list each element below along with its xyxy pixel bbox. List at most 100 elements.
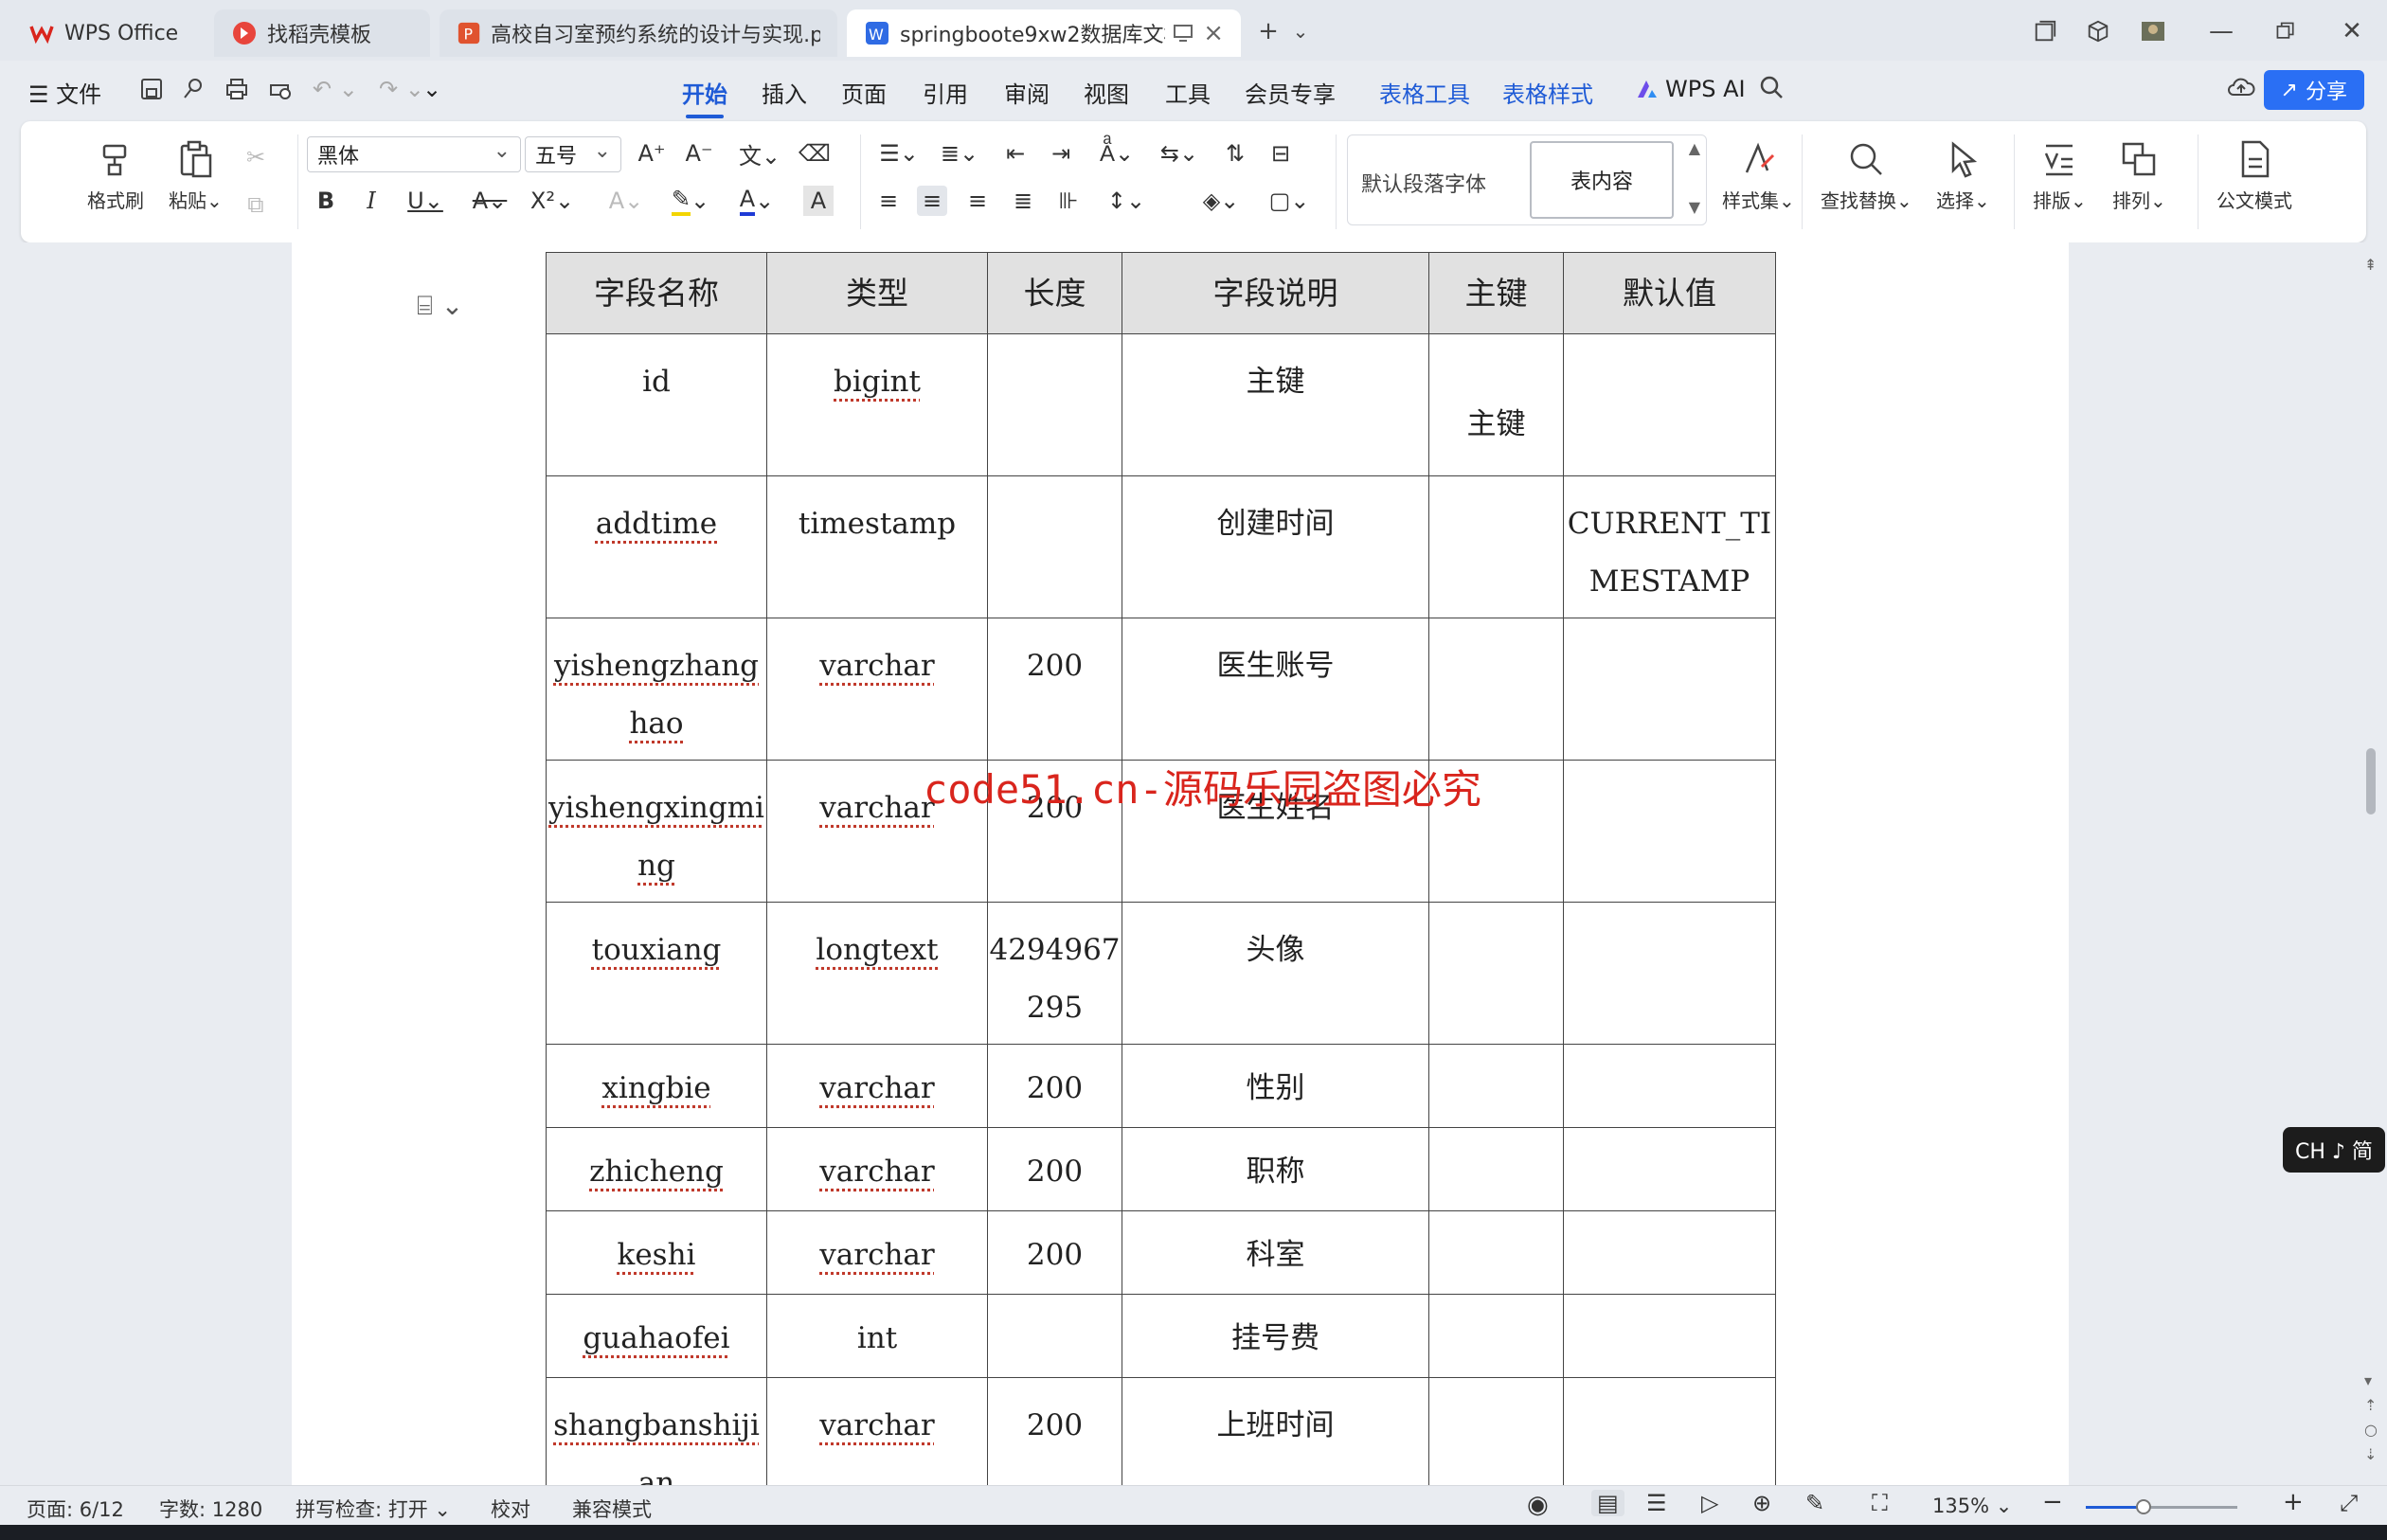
menu-tab-home[interactable]: 开始 [682, 76, 727, 118]
menu-tab-references[interactable]: 引用 [923, 76, 968, 109]
cell-pk[interactable] [1428, 1294, 1564, 1378]
header-default[interactable]: 默认值 [1563, 252, 1776, 334]
style-scroll-up-icon[interactable]: ▲ [1689, 139, 1700, 157]
text-direction-icon[interactable]: Aͣ⌄ [1091, 138, 1142, 169]
menu-tab-page[interactable]: 页面 [841, 76, 887, 109]
cell-name[interactable]: guahaofei [546, 1294, 767, 1378]
paste-button[interactable]: 粘贴⌄ [169, 138, 223, 213]
convert-icon[interactable]: ⇆⌄ [1154, 138, 1205, 169]
zoom-out-icon[interactable]: − [2042, 1488, 2063, 1516]
cell-default[interactable] [1563, 333, 1776, 476]
cell-type[interactable]: int [766, 1294, 988, 1378]
cell-name[interactable]: addtime [546, 475, 767, 618]
font-size-select[interactable]: 五号 [525, 136, 621, 172]
cell-name[interactable]: yishengzhanghao [546, 618, 767, 761]
shading-icon[interactable]: ◈⌄ [1195, 186, 1247, 216]
cell-length[interactable]: 200 [987, 1377, 1122, 1485]
border-icon[interactable]: ▢⌄ [1264, 186, 1315, 216]
avatar[interactable] [2137, 15, 2169, 47]
cell-desc[interactable]: 职称 [1122, 1127, 1429, 1211]
format-brush-icon[interactable] [180, 76, 206, 108]
cell-type[interactable]: varchar [766, 1377, 988, 1485]
header-description[interactable]: 字段说明 [1122, 252, 1429, 334]
italic-icon[interactable]: I [356, 186, 386, 216]
increase-indent-icon[interactable]: ⇥ [1046, 138, 1076, 169]
paragraph-layout-icon[interactable]: ⌸ ⌄ [417, 290, 463, 322]
file-menu[interactable]: ☰ 文件 [28, 76, 101, 109]
cell-pk[interactable] [1428, 475, 1564, 618]
cell-default[interactable] [1563, 1127, 1776, 1211]
cell-type[interactable]: bigint [766, 333, 988, 476]
phonetic-guide-icon[interactable]: 文⌄ [731, 138, 788, 170]
text-effect-icon[interactable]: A⌄ [602, 186, 650, 216]
word-count[interactable]: 字数: 1280 [159, 1495, 262, 1523]
tab-word-document[interactable]: W springboote9xw2数据库文档 × [847, 9, 1241, 57]
zoom-slider-thumb[interactable] [2135, 1499, 2151, 1514]
menu-tab-insert[interactable]: 插入 [762, 76, 807, 109]
select-button[interactable]: 选择⌄ [1936, 138, 1990, 213]
zoom-in-icon[interactable]: + [2283, 1488, 2304, 1516]
cell-default[interactable] [1563, 1210, 1776, 1295]
find-replace-button[interactable]: 查找替换⌄ [1821, 138, 1912, 213]
tab-ppt-file[interactable]: P 高校自习室预约系统的设计与实现.ppt [440, 9, 837, 57]
cell-desc[interactable]: 挂号费 [1122, 1294, 1429, 1378]
header-length[interactable]: 长度 [987, 252, 1122, 334]
align-center-icon[interactable]: ≡ [917, 186, 947, 216]
cell-desc[interactable]: 主键 [1122, 333, 1429, 476]
grow-font-icon[interactable]: A⁺ [637, 138, 667, 169]
cell-length[interactable] [987, 333, 1122, 476]
cell-length[interactable] [987, 475, 1122, 618]
style-expand-icon[interactable]: ▼ [1689, 198, 1700, 216]
scrollbar-thumb[interactable] [2366, 748, 2376, 815]
window-layout-icon[interactable] [2029, 15, 2061, 47]
read-mode-icon[interactable]: ▷ [1701, 1490, 1718, 1516]
web-view-icon[interactable]: ⊕ [1752, 1490, 1771, 1516]
eye-protect-icon[interactable]: ◉ [1527, 1491, 1549, 1519]
style-set-button[interactable]: 样式集⌄ [1722, 138, 1795, 213]
cell-default[interactable] [1563, 1377, 1776, 1485]
menu-tab-member[interactable]: 会员专享 [1245, 76, 1336, 109]
font-name-select[interactable]: 黑体 [307, 136, 521, 172]
cell-desc[interactable]: 医生账号 [1122, 618, 1429, 761]
menu-tab-table-style[interactable]: 表格样式 [1502, 76, 1593, 109]
cut-icon[interactable]: ✂ [241, 142, 271, 172]
align-left-icon[interactable]: ≡ [873, 186, 904, 216]
official-doc-mode-button[interactable]: 公文模式 [2216, 138, 2292, 213]
cell-length[interactable]: 200 [987, 1127, 1122, 1211]
shrink-font-icon[interactable]: A⁻ [684, 138, 714, 169]
distribute-icon[interactable]: ⊪ [1053, 186, 1084, 216]
ime-indicator[interactable]: CH ♪ 简 [2283, 1127, 2385, 1173]
menu-tab-table-tools[interactable]: 表格工具 [1379, 76, 1470, 109]
header-field-name[interactable]: 字段名称 [546, 252, 767, 334]
more-chevron-icon[interactable]: ⌄ [422, 76, 441, 102]
cell-pk[interactable] [1428, 1377, 1564, 1485]
cell-name[interactable]: id [546, 333, 767, 476]
page-indicator[interactable]: 页面: 6/12 [27, 1495, 124, 1523]
spell-check-toggle[interactable]: 拼写检查: 打开 ⌄ [296, 1495, 451, 1523]
restore-button[interactable] [2270, 15, 2302, 47]
copy-icon[interactable]: ⧉ [241, 189, 271, 220]
minimize-button[interactable]: — [2205, 15, 2237, 47]
cell-type[interactable]: varchar [766, 618, 988, 761]
cell-desc[interactable]: 科室 [1122, 1210, 1429, 1295]
tab-list-chevron-icon[interactable]: ⌄ [1284, 15, 1317, 47]
print-preview-icon[interactable] [267, 76, 294, 108]
menu-tab-review[interactable]: 审阅 [1004, 76, 1050, 109]
char-shading-icon[interactable]: A [803, 186, 834, 216]
cell-pk[interactable] [1428, 1044, 1564, 1128]
decrease-indent-icon[interactable]: ⇤ [1000, 138, 1031, 169]
header-primary-key[interactable]: 主键 [1428, 252, 1564, 334]
next-page-icon[interactable]: ⇣ [2364, 1445, 2377, 1463]
align-right-icon[interactable]: ≡ [962, 186, 993, 216]
cell-desc[interactable]: 头像 [1122, 902, 1429, 1045]
highlight-icon[interactable]: ✎ ⌄ [667, 186, 714, 216]
close-tab-icon[interactable]: × [1203, 19, 1224, 47]
cell-pk[interactable] [1428, 1210, 1564, 1295]
share-button[interactable]: ↗ 分享 [2263, 70, 2364, 110]
undo-icon[interactable]: ↶ ⌄ [313, 76, 358, 102]
cell-pk[interactable] [1428, 618, 1564, 761]
cell-pk[interactable] [1428, 902, 1564, 1045]
cell-default[interactable]: CURRENT_TIMESTAMP [1563, 475, 1776, 618]
arrange-button[interactable]: 排列⌄ [2112, 138, 2166, 213]
cell-default[interactable] [1563, 618, 1776, 761]
